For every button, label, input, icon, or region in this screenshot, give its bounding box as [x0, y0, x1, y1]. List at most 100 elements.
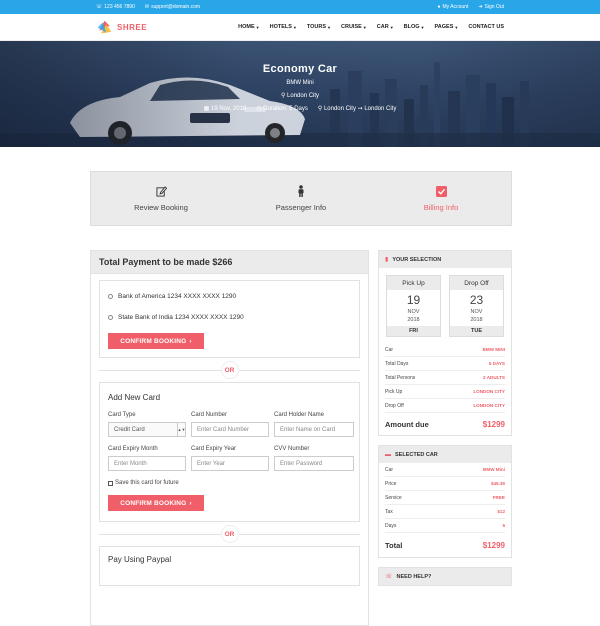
nav-pages[interactable]: PAGES ▼ — [435, 24, 459, 30]
card-type-group: Card Type Credit Card ▲▼ — [108, 412, 186, 446]
need-help-title: NEED HELP? — [396, 573, 432, 580]
car-row: Tax $12 — [385, 505, 505, 519]
car-key: Price — [385, 480, 397, 487]
selection-rows: Car BMW MINI Total Days 5 DAYS Total Perso… — [379, 343, 511, 413]
step-review-booking[interactable]: Review Booking — [91, 172, 231, 225]
summary-row: Drop Off LONDON CITY — [385, 399, 505, 413]
hero-meta: ▦ 19 Nov, 2018 ◷ Duration: 5 Days ⚲ Lond… — [0, 105, 600, 112]
expiry-year-input[interactable]: Enter Year — [191, 456, 269, 471]
save-card-option[interactable]: Save this card for future — [108, 480, 351, 486]
radio-button[interactable] — [108, 294, 113, 299]
booking-steps: Review Booking Passenger Info Billing In… — [90, 171, 512, 226]
nav-car[interactable]: CAR ▼ — [377, 24, 394, 30]
hero-banner: Economy Car BMW Mini ⚲ London City ▦ 19 … — [0, 41, 600, 147]
nav-contact[interactable]: CONTACT US — [468, 24, 504, 30]
card-holder-group: Card Holder Name Enter Name on Card — [274, 412, 354, 446]
hero-date-text: 19 Nov, 2018 — [211, 106, 247, 112]
amount-due-label: Amount due — [385, 419, 429, 429]
expiry-month-group: Card Expiry Month Enter Month — [108, 446, 186, 480]
chevron-down-icon: ▼ — [292, 24, 297, 30]
phone-contact[interactable]: ☏ 123 456 7890 — [96, 4, 135, 10]
selected-car-title: SELECTED CAR — [395, 451, 438, 458]
expiry-month-input[interactable]: Enter Month — [108, 456, 186, 471]
step-passenger-info[interactable]: Passenger Info — [231, 172, 371, 225]
email-text: support@domain.com — [151, 4, 201, 10]
summary-key: Total Persons — [385, 374, 416, 381]
step-review-label: Review Booking — [134, 202, 188, 212]
nav-tours[interactable]: TOURS ▼ — [307, 24, 331, 30]
card-type-select[interactable]: Credit Card ▲▼ — [108, 422, 186, 437]
card-number-label: Card Number — [191, 412, 228, 418]
total-value: $1299 — [482, 540, 505, 550]
saved-card-option[interactable]: State Bank of India 1234 XXXX XXXX 1290 — [108, 314, 351, 321]
amount-due-row: Amount due $1299 — [379, 413, 511, 435]
hero-date: ▦ 19 Nov, 2018 — [204, 105, 247, 112]
card-form-grid: Card Type Credit Card ▲▼ Card Number Ent… — [108, 412, 354, 480]
step-billing-label: Billing Info — [423, 202, 459, 212]
summary-row: Total Days 5 DAYS — [385, 357, 505, 371]
checkbox-icon — [435, 185, 447, 197]
card-holder-input[interactable]: Enter Name on Card — [274, 422, 354, 437]
amount-due-value: $1299 — [482, 419, 505, 429]
nav-menu: HOME ▼ HOTELS ▼ TOURS ▼ CRUISE ▼ CAR ▼ BLOG ▼ … — [238, 24, 504, 30]
need-help-header: ☏ NEED HELP? — [379, 568, 511, 585]
hero-duration: ◷ Duration: 5 Days — [256, 105, 308, 112]
bookmark-icon: ▮ — [385, 257, 389, 263]
car-key: Tax — [385, 508, 393, 515]
nav-cruise-label: CRUISE — [341, 24, 362, 30]
summary-key: Pick Up — [385, 388, 403, 395]
hero-location-text: London City — [287, 93, 320, 99]
cvv-label: CVV Number — [274, 446, 310, 452]
save-card-checkbox[interactable] — [108, 480, 113, 486]
email-contact[interactable]: ✉ support@domain.com — [145, 4, 200, 10]
pickup-month: NOV — [407, 309, 420, 315]
calendar-icon: ▦ — [203, 106, 210, 112]
phone-text: 123 456 7890 — [104, 4, 135, 10]
nav-blog[interactable]: BLOG ▼ — [404, 24, 425, 30]
summary-value: 2 ADULTS — [483, 375, 505, 380]
pickup-weekday: FRI — [387, 326, 440, 336]
my-account-label: My Account — [442, 4, 469, 10]
save-card-label: Save this card for future — [115, 480, 179, 486]
chevron-down-icon: ▼ — [389, 24, 394, 30]
car-value: $12 — [497, 509, 505, 514]
sign-out-link[interactable]: ➜ Sign Out — [478, 4, 504, 10]
cvv-group: CVV Number Enter Password — [274, 446, 354, 480]
booking-summary: ▮ YOUR SELECTION Pick Up 19 NOV 2018 FRI… — [378, 250, 512, 595]
logo[interactable]: SHREE — [96, 19, 147, 36]
summary-row: Total Persons 2 ADULTS — [385, 371, 505, 385]
nav-hotels[interactable]: HOTELS ▼ — [270, 24, 297, 30]
card-number-input[interactable]: Enter Card Number — [191, 422, 269, 437]
nav-home[interactable]: HOME ▼ — [238, 24, 259, 30]
top-bar: ☏ 123 456 7890 ✉ support@domain.com ● My… — [0, 0, 600, 14]
phone-icon: ☏ — [385, 574, 393, 580]
paypal-box[interactable]: Pay Using Paypal — [99, 546, 360, 586]
chevron-right-icon: › — [189, 337, 192, 345]
pickup-year: 2018 — [407, 317, 420, 323]
nav-contact-label: CONTACT US — [468, 24, 504, 30]
radio-button[interactable] — [108, 315, 113, 320]
my-account-link[interactable]: ● My Account — [437, 4, 468, 10]
saved-cards-box: Bank of America 1234 XXXX XXXX 1290 Stat… — [99, 280, 360, 358]
nav-cruise[interactable]: CRUISE ▼ — [341, 24, 367, 30]
add-new-card-box: Add New Card Card Type Credit Card ▲▼ Ca… — [99, 382, 360, 522]
car-value: 5 — [502, 523, 505, 528]
confirm-booking-button[interactable]: CONFIRM BOOKING › — [108, 333, 204, 349]
selected-car-rows: Car BMW Mini Price $45.39 Service FREE Tax $… — [379, 463, 511, 533]
pickup-date-card: Pick Up 19 NOV 2018 FRI — [386, 275, 441, 337]
summary-row: Pick Up LONDON CITY — [385, 385, 505, 399]
saved-card-option[interactable]: Bank of America 1234 XXXX XXXX 1290 — [108, 293, 351, 300]
your-selection-header: ▮ YOUR SELECTION — [379, 251, 511, 268]
nav-blog-label: BLOG — [403, 24, 420, 30]
step-billing-info[interactable]: Billing Info — [371, 172, 511, 225]
your-selection-title: YOUR SELECTION — [392, 256, 442, 263]
confirm-booking-button[interactable]: CONFIRM BOOKING › — [108, 495, 204, 511]
pickup-date-label: Pick Up — [387, 276, 440, 290]
card-holder-label: Card Holder Name — [274, 412, 325, 418]
cvv-input[interactable]: Enter Password — [274, 456, 354, 471]
dropoff-date-label: Drop Off — [450, 276, 503, 290]
or-label: OR — [220, 525, 239, 543]
user-icon: ● — [437, 4, 441, 10]
hero-subtitle: BMW Mini — [286, 80, 314, 86]
or-divider: OR — [99, 358, 360, 382]
